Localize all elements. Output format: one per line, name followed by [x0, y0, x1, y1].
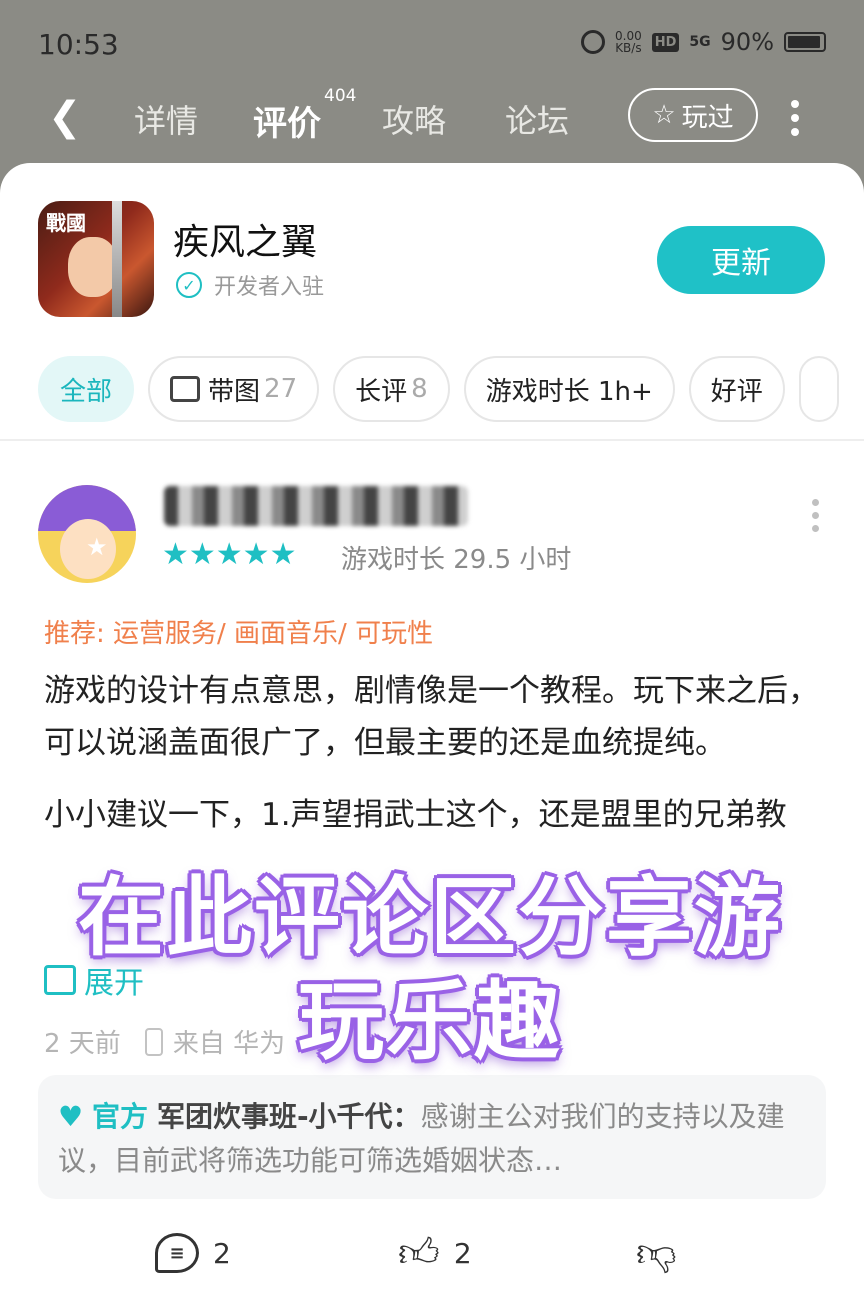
- image-icon: [170, 376, 201, 402]
- review-actions: ≡ 2 👍︎ 2 👎︎: [0, 1229, 864, 1289]
- thumbs-up-icon: 👍︎: [398, 1230, 440, 1276]
- played-label: 玩过: [681, 102, 734, 133]
- filter-with-images[interactable]: 带图 27: [148, 356, 320, 422]
- caption-line-2: 玩乐趣: [298, 972, 562, 1072]
- filter-more[interactable]: [798, 356, 839, 422]
- app-icon-text: 戰國: [46, 211, 86, 235]
- battery-percent: 90%: [720, 28, 774, 56]
- review-paragraph-1: 游戏的设计有点意思，剧情像是一个教程。玩下来之后，可以说涵盖面很广了，但最主要的…: [44, 673, 819, 761]
- verified-check-icon: ✓: [176, 272, 202, 298]
- back-icon[interactable]: ❮: [48, 94, 82, 140]
- star-plus-icon: ☆: [652, 100, 676, 130]
- signal-icon: 5G: [689, 34, 711, 50]
- official-heart-icon: ♥: [58, 1100, 84, 1133]
- official-badge: 官方: [92, 1100, 149, 1133]
- filter-positive[interactable]: 好评: [688, 356, 785, 422]
- review-filters: 全部 带图 27 长评 8 游戏时长 1h+ 好评: [38, 356, 839, 422]
- app-icon[interactable]: 戰國: [38, 201, 154, 317]
- thumbs-down-icon: 👎︎: [636, 1230, 677, 1276]
- avatar[interactable]: ★: [38, 485, 136, 583]
- comment-count: 2: [213, 1236, 231, 1270]
- status-time: 10:53: [38, 28, 119, 61]
- reply-author: 军团炊事班-小千代：: [156, 1100, 421, 1133]
- divider: [0, 439, 864, 441]
- tab-details[interactable]: 详情: [134, 96, 198, 142]
- net-speed: 0.00 KB/s: [615, 29, 642, 55]
- like-count: 2: [453, 1236, 472, 1270]
- top-nav: ❮ 详情 评价 404 攻略 论坛 ☆ 玩过: [0, 80, 864, 156]
- alarm-icon: [581, 30, 606, 54]
- playtime: 游戏时长 29.5 小时: [341, 545, 572, 575]
- filter-playtime[interactable]: 游戏时长 1h+: [463, 356, 675, 422]
- update-button[interactable]: 更新: [657, 226, 825, 294]
- rating-stars-text: ★★★★★: [162, 537, 297, 572]
- developer-label: 开发者入驻: [214, 275, 325, 300]
- played-button[interactable]: ☆ 玩过: [628, 88, 758, 142]
- like-button[interactable]: 👍︎ 2: [398, 1229, 472, 1277]
- review-more-icon[interactable]: [812, 499, 820, 538]
- recommend-tags: 推荐: 运营服务/ 画面音乐/ 可玩性: [44, 619, 434, 649]
- filter-long-reviews[interactable]: 长评 8: [333, 356, 450, 422]
- hd-icon: HD: [651, 32, 680, 52]
- status-icons: 0.00 KB/s HD 5G 90%: [581, 28, 826, 56]
- official-reply[interactable]: ♥ 官方 军团炊事班-小千代：感谢主公对我们的支持以及建议，目前武将筛选功能可筛…: [38, 1075, 826, 1199]
- comment-icon: ≡: [155, 1233, 199, 1273]
- review-page-card: 戰國 疾风之翼 ✓ 开发者入驻 更新 全部 带图 27 长评 8 游戏时长 1h…: [0, 163, 864, 1306]
- more-menu-icon[interactable]: [791, 100, 801, 142]
- comment-button[interactable]: ≡ 2: [155, 1233, 231, 1273]
- tab-forum[interactable]: 论坛: [505, 96, 569, 142]
- status-bar: 10:53 0.00 KB/s HD 5G 90%: [0, 0, 864, 88]
- tab-reviews[interactable]: 评价: [253, 96, 321, 145]
- username-blurred[interactable]: [164, 486, 468, 526]
- review-count: 404: [324, 86, 357, 106]
- promo-caption-overlay: 在此评论区分享游 玩乐趣: [60, 866, 800, 1074]
- tab-guides[interactable]: 攻略: [382, 96, 446, 142]
- caption-line-1: 在此评论区分享游: [78, 868, 782, 968]
- filter-all[interactable]: 全部: [38, 356, 135, 422]
- dislike-button[interactable]: 👎︎: [636, 1229, 677, 1277]
- rating-stars: ★★★★★: [162, 537, 296, 572]
- app-name[interactable]: 疾风之翼: [173, 213, 317, 265]
- developer-verified: ✓ 开发者入驻: [176, 269, 324, 301]
- battery-icon: [784, 32, 826, 52]
